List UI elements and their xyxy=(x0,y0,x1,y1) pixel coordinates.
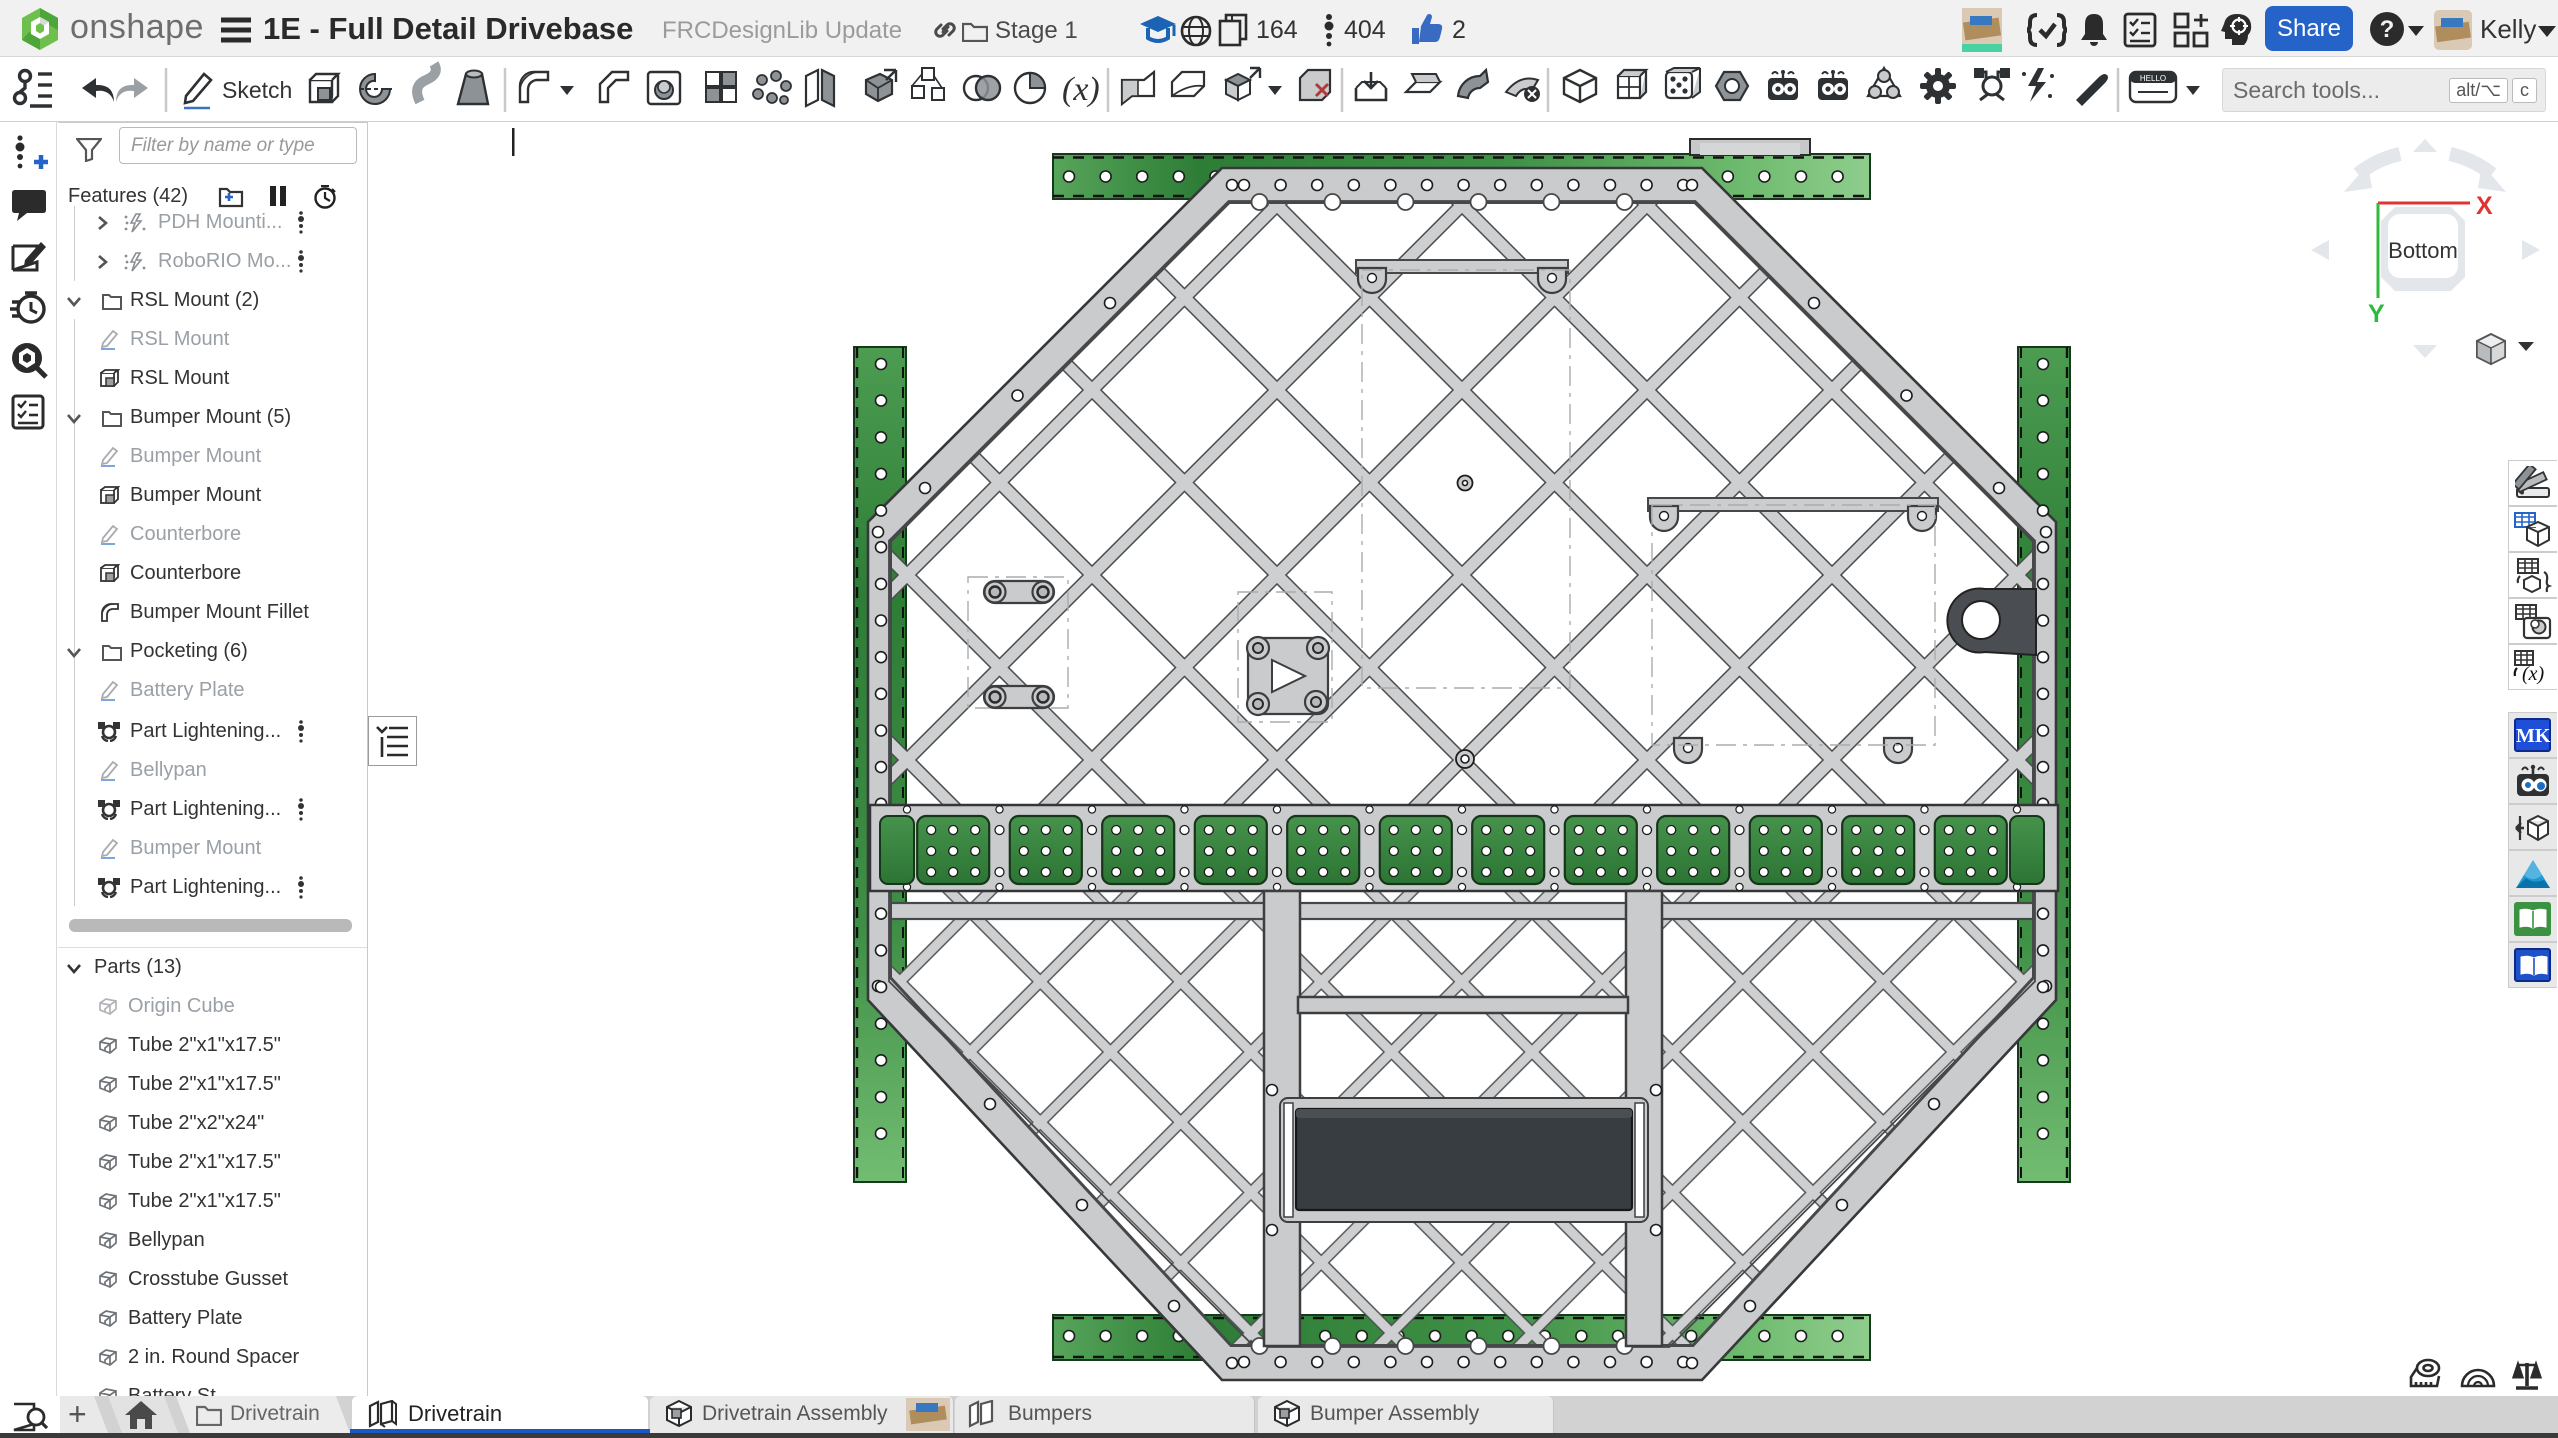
svg-text:HELLO: HELLO xyxy=(2140,74,2166,83)
svg-text:X: X xyxy=(2476,192,2493,220)
svg-text:Bottom: Bottom xyxy=(2388,238,2458,263)
svg-text:(x): (x) xyxy=(1062,71,1100,108)
svg-text:(x): (x) xyxy=(2522,663,2545,685)
svg-text:?: ? xyxy=(2380,16,2395,43)
svg-text:Y: Y xyxy=(2368,300,2385,328)
svg-text:Sketch: Sketch xyxy=(222,77,292,103)
